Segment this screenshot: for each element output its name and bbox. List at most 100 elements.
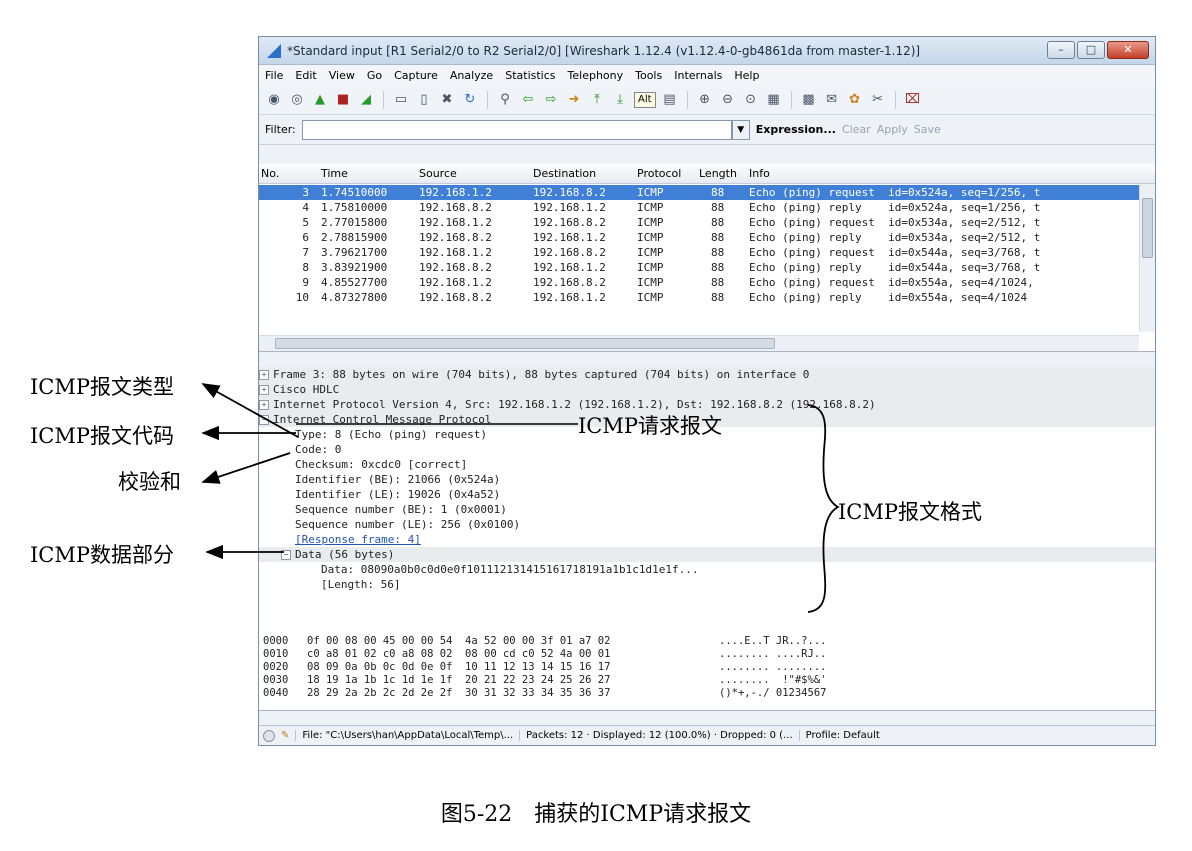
- detail-frame[interactable]: + Frame 3: 88 bytes on wire (704 bits), 8…: [259, 367, 1155, 382]
- column-destination[interactable]: Destination: [533, 167, 596, 180]
- menu-telephony[interactable]: Telephony: [568, 69, 624, 82]
- packet-cell: 88: [711, 231, 725, 244]
- menu-internals[interactable]: Internals: [674, 69, 722, 82]
- filter-bar: Filter: ▼ Expression... Clear Apply Save: [259, 115, 1155, 145]
- capture-comment-icon[interactable]: ✎: [281, 730, 289, 741]
- packet-row[interactable]: 3 1.74510000 192.168.1.2 192.168.8.2 ICMP 88 E…: [259, 185, 1139, 200]
- expert-info-icon[interactable]: [263, 729, 275, 742]
- menu-file[interactable]: File: [265, 69, 283, 82]
- save-button[interactable]: Save: [914, 123, 941, 136]
- options-icon[interactable]: ◎: [288, 91, 306, 109]
- stop-capture-icon[interactable]: ■: [334, 91, 352, 109]
- field-seq-be[interactable]: Sequence number (BE): 1 (0x0001): [259, 502, 1155, 517]
- packet-row[interactable]: 8 3.83921900 192.168.8.2 192.168.1.2 ICMP 88 E…: [259, 260, 1139, 275]
- interfaces-icon[interactable]: ◉: [265, 91, 283, 109]
- field-code[interactable]: Code: 0: [259, 442, 1155, 457]
- collapse-icon[interactable]: −: [281, 550, 291, 560]
- packet-cell: 7: [302, 246, 309, 259]
- packet-row[interactable]: 9 4.85527700 192.168.1.2 192.168.8.2 ICMP 88 E…: [259, 275, 1139, 290]
- display-filters-icon[interactable]: ✉: [823, 91, 841, 109]
- close-button[interactable]: ✕: [1107, 41, 1149, 59]
- expand-icon[interactable]: +: [259, 370, 269, 380]
- find-packet-icon[interactable]: ⚲: [496, 91, 514, 109]
- packet-row[interactable]: 7 3.79621700 192.168.1.2 192.168.8.2 ICMP 88 E…: [259, 245, 1139, 260]
- menu-capture[interactable]: Capture: [394, 69, 438, 82]
- menu-analyze[interactable]: Analyze: [450, 69, 493, 82]
- packet-row[interactable]: 4 1.75810000 192.168.8.2 192.168.1.2 ICMP 88 E…: [259, 200, 1139, 215]
- packet-cell: ICMP: [637, 276, 664, 289]
- menu-view[interactable]: View: [329, 69, 355, 82]
- go-forward-icon[interactable]: ⇨: [542, 91, 560, 109]
- hex-line[interactable]: 0010 c0 a8 01 02 c0 a8 08 02 08 00 cd c0 …: [259, 648, 1155, 661]
- expand-icon[interactable]: +: [259, 400, 269, 410]
- detail-hdlc[interactable]: + Cisco HDLC: [259, 382, 1155, 397]
- go-back-icon[interactable]: ⇦: [519, 91, 537, 109]
- menu-go[interactable]: Go: [367, 69, 382, 82]
- hex-line[interactable]: 0020 08 09 0a 0b 0c 0d 0e 0f 10 11 12 13 …: [259, 661, 1155, 674]
- packet-cell: ICMP: [637, 246, 664, 259]
- horizontal-scrollbar[interactable]: [259, 335, 1139, 351]
- filter-input[interactable]: [301, 119, 732, 140]
- autoscroll-icon[interactable]: ▤: [661, 91, 679, 109]
- column-length[interactable]: Length: [699, 167, 737, 180]
- toolbar-separator: [894, 90, 896, 109]
- open-file-icon[interactable]: ▭: [392, 91, 410, 109]
- hex-line[interactable]: 0000 0f 00 08 00 45 00 00 54 4a 52 00 00 …: [259, 635, 1155, 648]
- go-last-icon[interactable]: ⤓: [611, 91, 629, 109]
- field-data-length[interactable]: [Length: 56]: [259, 577, 1155, 592]
- help-icon[interactable]: ⌧: [904, 91, 922, 109]
- zoom-out-icon[interactable]: ⊖: [719, 91, 737, 109]
- coloring-rules-icon[interactable]: ✿: [846, 91, 864, 109]
- column-info[interactable]: Info: [749, 167, 770, 180]
- expand-icon[interactable]: +: [259, 385, 269, 395]
- apply-button[interactable]: Apply: [877, 123, 908, 136]
- packet-cell: 192.168.1.2: [533, 201, 606, 214]
- scroll-thumb[interactable]: [275, 338, 775, 349]
- preferences-icon[interactable]: ✂: [869, 91, 887, 109]
- scroll-thumb[interactable]: [1142, 198, 1153, 258]
- column-source[interactable]: Source: [419, 167, 457, 180]
- field-checksum[interactable]: Checksum: 0xcdc0 [correct]: [259, 457, 1155, 472]
- collapse-icon[interactable]: −: [259, 415, 269, 425]
- restart-capture-icon[interactable]: ◢: [357, 91, 375, 109]
- packet-row[interactable]: 10 4.87327800 192.168.8.2 192.168.1.2 ICMP 88…: [259, 290, 1139, 305]
- packet-row[interactable]: 5 2.77015800 192.168.1.2 192.168.8.2 ICMP 88 E…: [259, 215, 1139, 230]
- expression-button[interactable]: Expression...: [756, 123, 836, 136]
- packet-row[interactable]: 6 2.78815900 192.168.8.2 192.168.1.2 ICMP 88 E…: [259, 230, 1139, 245]
- menu-statistics[interactable]: Statistics: [505, 69, 555, 82]
- zoom-in-icon[interactable]: ⊕: [696, 91, 714, 109]
- resize-columns-icon[interactable]: ▦: [765, 91, 783, 109]
- menu-edit[interactable]: Edit: [295, 69, 316, 82]
- minimize-button[interactable]: –: [1047, 41, 1075, 59]
- field-identifier-be[interactable]: Identifier (BE): 21066 (0x524a): [259, 472, 1155, 487]
- vertical-scrollbar[interactable]: [1139, 184, 1155, 332]
- close-file-icon[interactable]: ✖: [438, 91, 456, 109]
- field-seq-le[interactable]: Sequence number (LE): 256 (0x0100): [259, 517, 1155, 532]
- menu-help[interactable]: Help: [734, 69, 759, 82]
- maximize-button[interactable]: □: [1077, 41, 1105, 59]
- packet-cell: 192.168.8.2: [419, 231, 492, 244]
- detail-data[interactable]: − Data (56 bytes): [259, 547, 1155, 562]
- go-first-icon[interactable]: ⤒: [588, 91, 606, 109]
- column-time[interactable]: Time: [321, 167, 348, 180]
- menu-tools[interactable]: Tools: [635, 69, 662, 82]
- field-data[interactable]: Data: 08090a0b0c0d0e0f101112131415161718…: [259, 562, 1155, 577]
- hex-line[interactable]: 0030 18 19 1a 1b 1c 1d 1e 1f 20 21 22 23 …: [259, 674, 1155, 687]
- capture-filters-icon[interactable]: ▩: [800, 91, 818, 109]
- reload-icon[interactable]: ↻: [461, 91, 479, 109]
- packet-cell: 6: [302, 231, 309, 244]
- packet-cell: 192.168.8.2: [419, 201, 492, 214]
- clear-button[interactable]: Clear: [842, 123, 871, 136]
- zoom-normal-icon[interactable]: ⊙: [742, 91, 760, 109]
- start-capture-icon[interactable]: ▲: [311, 91, 329, 109]
- chevron-down-icon[interactable]: ▼: [731, 119, 750, 140]
- go-to-packet-icon[interactable]: ➜: [565, 91, 583, 109]
- status-profile[interactable]: Profile: Default: [798, 730, 880, 741]
- field-identifier-le[interactable]: Identifier (LE): 19026 (0x4a52): [259, 487, 1155, 502]
- save-file-icon[interactable]: ▯: [415, 91, 433, 109]
- column-protocol[interactable]: Protocol: [637, 167, 681, 180]
- hex-line[interactable]: 0040 28 29 2a 2b 2c 2d 2e 2f 30 31 32 33 …: [259, 687, 1155, 700]
- packet-cell: 192.168.1.2: [533, 261, 606, 274]
- column-no[interactable]: No.: [261, 167, 279, 180]
- response-frame-link[interactable]: [Response frame: 4]: [295, 533, 421, 546]
